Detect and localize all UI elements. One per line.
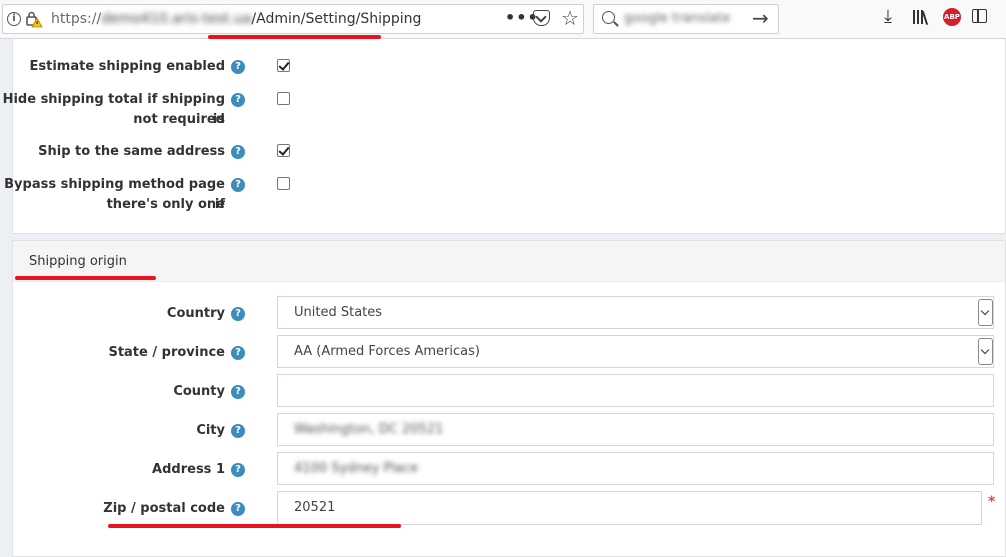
address1-label: Address 1 <box>152 462 225 477</box>
address1-value: 4100 Sydney Place <box>294 461 419 476</box>
estimate-shipping-label: Estimate shipping enabled <box>29 59 226 74</box>
bypass-shipping-method-row: Bypass shipping method page if there's o… <box>0 175 225 215</box>
address1-input[interactable]: 4100 Sydney Place <box>277 452 994 485</box>
address1-help-icon[interactable]: ? <box>231 463 245 477</box>
bypass-shipping-method-label-line2: there's only one <box>106 197 225 212</box>
shipping-origin-heading[interactable]: Shipping origin <box>13 241 1005 282</box>
hide-shipping-total-row: Hide shipping total if shipping is not r… <box>0 90 225 130</box>
search-bar[interactable]: google translate → <box>593 4 779 34</box>
sidebar-toggle-icon[interactable] <box>972 9 987 23</box>
city-help-icon[interactable]: ? <box>231 424 245 438</box>
state-select[interactable]: AA (Armed Forces Americas) <box>277 335 994 368</box>
zip-row: Zip / postal code <box>0 499 225 519</box>
country-help-icon[interactable]: ? <box>231 307 245 321</box>
zip-help-icon[interactable]: ? <box>231 502 245 516</box>
annotation-underline-url <box>208 35 381 39</box>
county-row: County <box>0 382 225 402</box>
state-row: State / province <box>0 343 225 363</box>
ship-same-address-label: Ship to the same address <box>38 144 225 159</box>
chevron-down-icon[interactable] <box>978 299 993 326</box>
search-icon <box>602 11 615 24</box>
bypass-shipping-method-help-icon[interactable]: ? <box>231 178 245 192</box>
state-help-icon[interactable]: ? <box>231 346 245 360</box>
country-selected-value: United States <box>294 305 383 320</box>
estimate-shipping-checkbox[interactable] <box>277 59 290 72</box>
country-row: Country <box>0 304 225 324</box>
url-host: demo410.aris-test.ua <box>101 11 252 27</box>
search-go-arrow-icon[interactable]: → <box>752 6 769 30</box>
county-label: County <box>173 384 225 399</box>
lock-warning-icon[interactable] <box>25 10 43 28</box>
info-icon[interactable]: i <box>7 12 21 26</box>
hide-shipping-total-label-line2: not required <box>133 112 225 127</box>
search-query: google translate <box>624 11 731 26</box>
required-asterisk: * <box>988 494 996 510</box>
city-label: City <box>196 423 225 438</box>
ship-same-address-row: Ship to the same address <box>0 142 225 162</box>
chevron-down-icon[interactable] <box>978 338 993 365</box>
estimate-shipping-help-icon[interactable]: ? <box>231 60 245 74</box>
city-value: Washington, DC 20521 <box>294 422 444 437</box>
browser-toolbar: i https://demo410.aris-test.ua/Admin/Set… <box>0 0 1006 39</box>
hide-shipping-total-checkbox[interactable] <box>277 92 290 105</box>
city-input[interactable]: Washington, DC 20521 <box>277 413 994 446</box>
bookmark-star-icon[interactable]: ☆ <box>561 7 579 29</box>
ship-same-address-checkbox[interactable] <box>277 144 290 157</box>
ship-same-address-help-icon[interactable]: ? <box>231 145 245 159</box>
bypass-shipping-method-checkbox[interactable] <box>277 177 290 190</box>
county-help-icon[interactable]: ? <box>231 385 245 399</box>
city-row: City <box>0 421 225 441</box>
country-select[interactable]: United States <box>277 296 994 329</box>
state-selected-value: AA (Armed Forces Americas) <box>294 344 480 359</box>
annotation-underline-zip <box>108 524 401 528</box>
pocket-icon[interactable] <box>533 10 550 26</box>
county-input[interactable] <box>277 374 994 407</box>
zip-label: Zip / postal code <box>103 501 225 516</box>
estimate-shipping-row: Estimate shipping enabled <box>0 57 226 77</box>
url-text: https://demo410.aris-test.ua/Admin/Setti… <box>51 10 421 28</box>
shipping-origin-title: Shipping origin <box>29 254 127 269</box>
address-bar[interactable]: i https://demo410.aris-test.ua/Admin/Set… <box>2 4 584 34</box>
annotation-underline-shipping-origin <box>15 276 156 280</box>
adblock-plus-icon[interactable]: ABP <box>943 8 961 26</box>
download-icon[interactable]: ⤓ <box>878 7 898 27</box>
url-scheme: https:// <box>51 11 102 27</box>
hide-shipping-total-help-icon[interactable]: ? <box>231 93 245 107</box>
library-icon[interactable] <box>911 7 931 27</box>
state-label: State / province <box>108 345 225 360</box>
country-label: Country <box>166 306 225 321</box>
url-path: /Admin/Setting/Shipping <box>251 11 422 27</box>
zip-input[interactable]: 20521 <box>277 491 982 525</box>
address1-row: Address 1 <box>0 460 225 480</box>
